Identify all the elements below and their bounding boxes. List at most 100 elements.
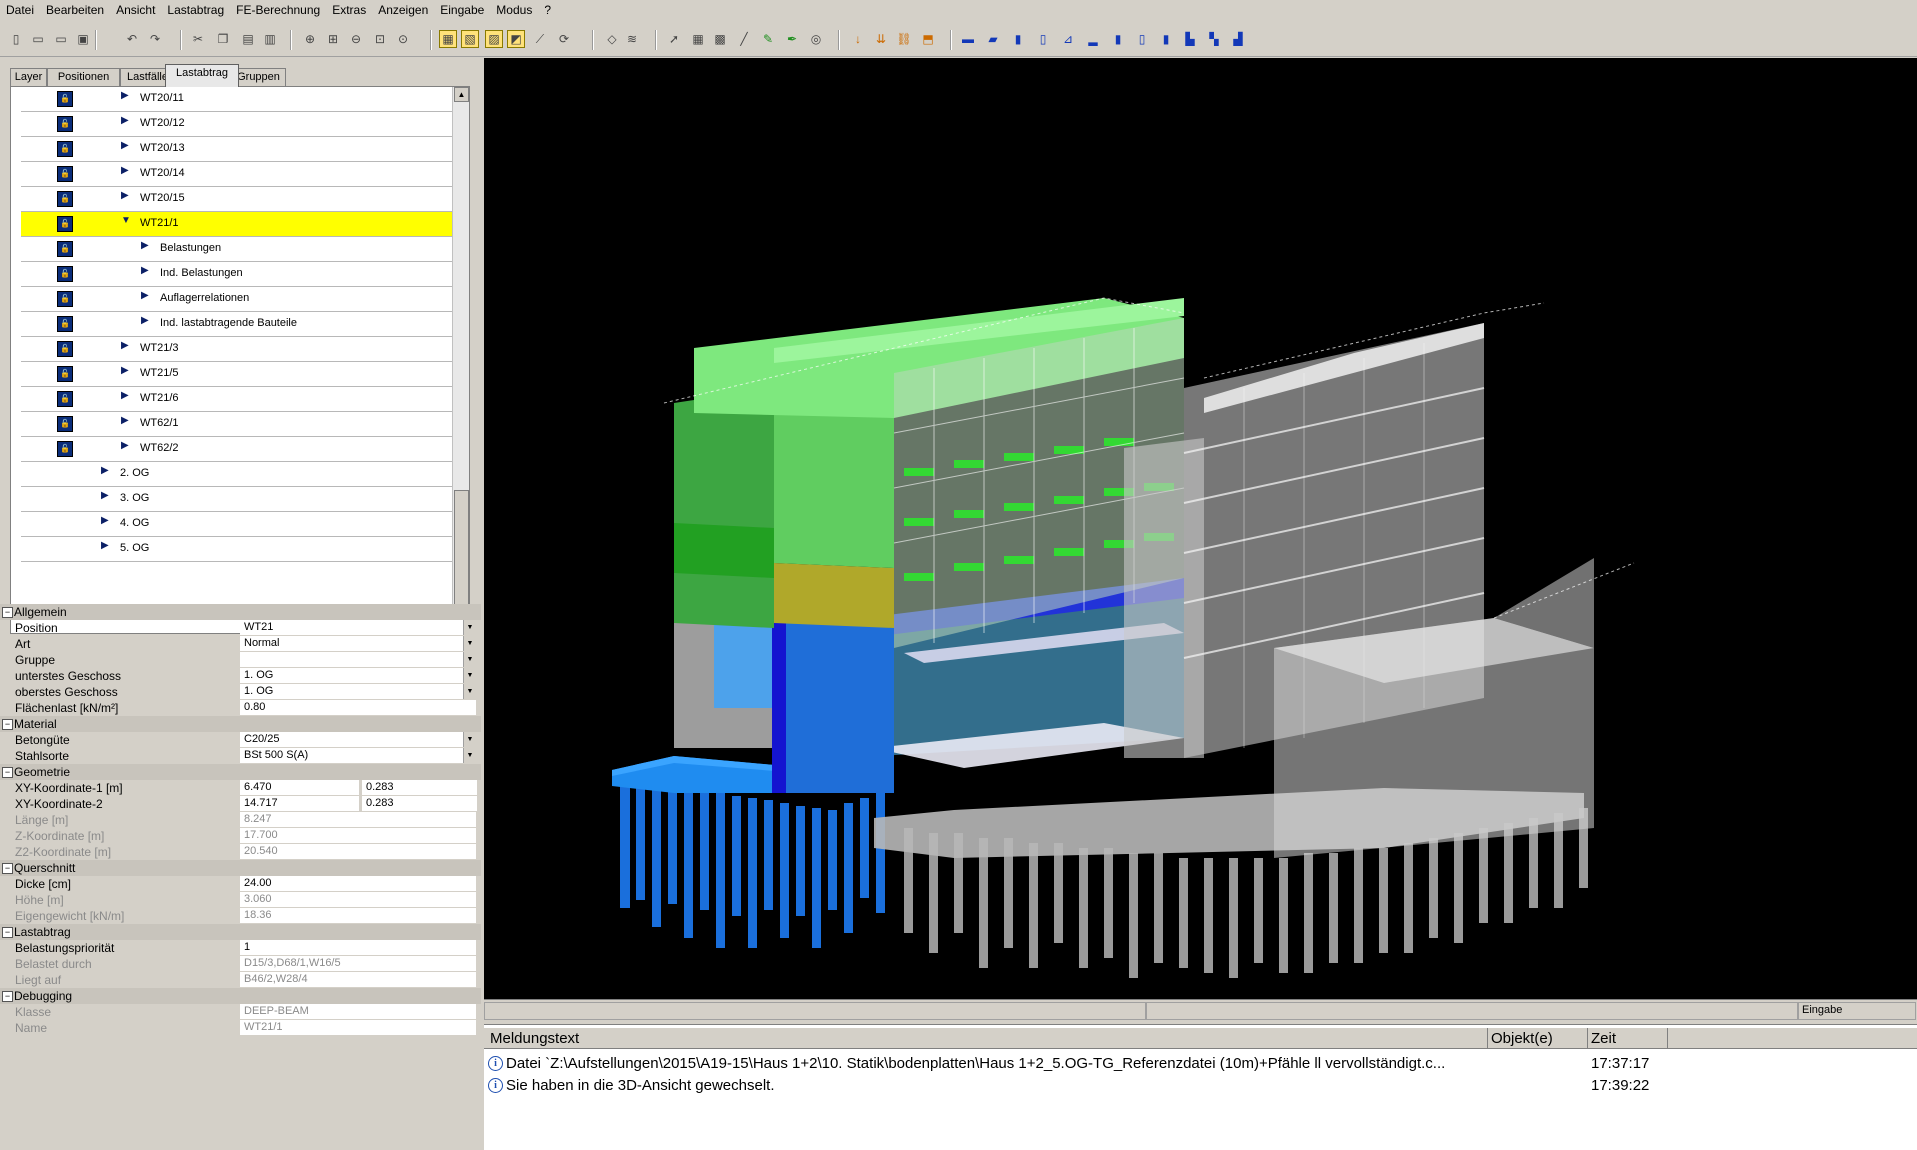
tree-item[interactable]: 🔓 ▶ WT20/15 bbox=[21, 187, 453, 212]
open-file-icon[interactable]: ▭ bbox=[30, 31, 46, 47]
tree-item[interactable]: 🔓 ▶ WT62/1 bbox=[21, 412, 453, 437]
expand-right-icon[interactable]: ▶ bbox=[141, 265, 149, 276]
property-group[interactable]: − Allgemein bbox=[0, 604, 481, 620]
expand-right-icon[interactable]: ▶ bbox=[101, 540, 109, 551]
expand-right-icon[interactable]: ▶ bbox=[121, 415, 129, 426]
property-value[interactable]: BSt 500 S(A) ▼ bbox=[240, 748, 476, 764]
dropdown-arrow-icon[interactable]: ▼ bbox=[463, 636, 476, 651]
lock-icon[interactable]: 🔓 bbox=[57, 266, 73, 282]
line-icon[interactable]: ╱ bbox=[736, 31, 752, 47]
structure-tool-icon[interactable]: ▮ bbox=[1158, 31, 1174, 47]
zoom-window-icon[interactable]: ⊞ bbox=[325, 31, 341, 47]
paste-special-icon[interactable]: ▥ bbox=[262, 31, 278, 47]
tab-lastabtrag[interactable]: Lastabtrag bbox=[165, 64, 239, 87]
tree-item[interactable]: 🔓 ▶ WT21/3 bbox=[21, 337, 453, 362]
property-group[interactable]: − Querschnitt bbox=[0, 860, 481, 876]
property-value[interactable]: 0.80 bbox=[240, 700, 476, 716]
tree-item[interactable]: 🔓 ▶ WT21/6 bbox=[21, 387, 453, 412]
structure-tool-icon[interactable]: ▯ bbox=[1134, 31, 1150, 47]
rotate-icon[interactable]: ⟳ bbox=[556, 31, 572, 47]
tree-item[interactable]: 🔓 ▶ WT20/13 bbox=[21, 137, 453, 162]
measure-icon[interactable]: ⟋ bbox=[532, 31, 548, 47]
property-group[interactable]: − Lastabtrag bbox=[0, 924, 481, 940]
beam-icon[interactable]: ▬ bbox=[960, 31, 976, 47]
property-value[interactable]: 6.470 bbox=[240, 780, 359, 796]
tab-gruppen[interactable]: Gruppen bbox=[231, 68, 286, 86]
stair-icon[interactable]: ⊿ bbox=[1060, 31, 1076, 47]
structure-tool-icon[interactable]: ▮ bbox=[1110, 31, 1126, 47]
collapse-icon[interactable]: − bbox=[2, 991, 13, 1002]
property-group[interactable]: − Material bbox=[0, 716, 481, 732]
dropdown-arrow-icon[interactable]: ▼ bbox=[463, 684, 476, 699]
eraser-icon[interactable]: ◇ bbox=[604, 31, 620, 47]
menu-help[interactable]: ? bbox=[538, 0, 557, 17]
zoom-out-icon[interactable]: ⊖ bbox=[348, 31, 364, 47]
view-3d-icon[interactable]: ◩ bbox=[507, 30, 525, 48]
paste-icon[interactable]: ▤ bbox=[240, 31, 256, 47]
tree-item[interactable]: 🔓 ▶ Ind. Belastungen bbox=[21, 262, 453, 287]
tree-item[interactable]: 🔓 ▼ WT21/1 bbox=[21, 212, 453, 237]
expand-right-icon[interactable]: ▶ bbox=[141, 290, 149, 301]
lock-icon[interactable]: 🔓 bbox=[57, 291, 73, 307]
lock-icon[interactable]: 🔓 bbox=[57, 316, 73, 332]
property-value-secondary[interactable]: 0.283 bbox=[361, 796, 477, 811]
load-chain-icon[interactable]: ⛓ bbox=[896, 31, 912, 47]
foundation-icon[interactable]: ▂ bbox=[1085, 31, 1101, 47]
dropdown-arrow-icon[interactable]: ▼ bbox=[463, 668, 476, 683]
expand-right-icon[interactable]: ▶ bbox=[121, 90, 129, 101]
save-icon[interactable]: ▣ bbox=[75, 31, 91, 47]
pen-icon[interactable]: ✒ bbox=[784, 31, 800, 47]
menu-extras[interactable]: Extras bbox=[326, 0, 372, 17]
zoom-all-icon[interactable]: ⊡ bbox=[372, 31, 388, 47]
property-value[interactable]: C20/25 ▼ bbox=[240, 732, 476, 748]
zoom-in-icon[interactable]: ⊕ bbox=[302, 31, 318, 47]
lock-icon[interactable]: 🔓 bbox=[57, 116, 73, 132]
grid-fine-icon[interactable]: ▩ bbox=[712, 31, 728, 47]
property-value[interactable]: Normal ▼ bbox=[240, 636, 476, 652]
layers-icon[interactable]: ≋ bbox=[624, 31, 640, 47]
menu-eingabe[interactable]: Eingabe bbox=[434, 0, 490, 17]
load-group-icon[interactable]: ⇊ bbox=[873, 31, 889, 47]
view-side-icon[interactable]: ▨ bbox=[485, 30, 503, 48]
lock-icon[interactable]: 🔓 bbox=[57, 191, 73, 207]
tree-item[interactable]: ▶ 3. OG bbox=[21, 487, 453, 512]
open-file-icon[interactable]: ▭ bbox=[53, 31, 69, 47]
tree-item[interactable]: ▶ 2. OG bbox=[21, 462, 453, 487]
expand-right-icon[interactable]: ▶ bbox=[121, 190, 129, 201]
expand-right-icon[interactable]: ▶ bbox=[101, 515, 109, 526]
menu-ansicht[interactable]: Ansicht bbox=[110, 0, 161, 17]
property-value[interactable]: ▼ bbox=[240, 652, 476, 668]
copy-icon[interactable]: ❐ bbox=[215, 31, 231, 47]
scroll-thumb[interactable] bbox=[454, 490, 469, 614]
lock-icon[interactable]: 🔓 bbox=[57, 91, 73, 107]
message-header-text[interactable]: Meldungstext bbox=[490, 1030, 579, 1047]
collapse-icon[interactable]: − bbox=[2, 607, 13, 618]
structure-tool-icon[interactable]: ▚ bbox=[1206, 31, 1222, 47]
expand-right-icon[interactable]: ▶ bbox=[141, 240, 149, 251]
undo-icon[interactable]: ↶ bbox=[124, 31, 140, 47]
expand-right-icon[interactable]: ▶ bbox=[121, 115, 129, 126]
tree-item[interactable]: 🔓 ▶ WT62/2 bbox=[21, 437, 453, 462]
lock-icon[interactable]: 🔓 bbox=[57, 241, 73, 257]
lock-icon[interactable]: 🔓 bbox=[57, 441, 73, 457]
collapse-icon[interactable]: − bbox=[2, 863, 13, 874]
tree-item[interactable]: 🔓 ▶ Ind. lastabtragende Bauteile bbox=[21, 312, 453, 337]
expand-right-icon[interactable]: ▶ bbox=[121, 440, 129, 451]
view-top-icon[interactable]: ▦ bbox=[439, 30, 457, 48]
expand-right-icon[interactable]: ▶ bbox=[121, 365, 129, 376]
message-header-objects[interactable]: Objekt(e) bbox=[1491, 1030, 1553, 1047]
dropdown-arrow-icon[interactable]: ▼ bbox=[463, 748, 476, 763]
menu-modus[interactable]: Modus bbox=[490, 0, 538, 17]
menu-datei[interactable]: Datei bbox=[0, 0, 40, 17]
load-arrow-icon[interactable]: ↓ bbox=[850, 31, 866, 47]
dropdown-arrow-icon[interactable]: ▼ bbox=[463, 620, 476, 635]
expand-right-icon[interactable]: ▶ bbox=[101, 465, 109, 476]
message-row[interactable]: i Datei `Z:\Aufstellungen\2015\A19-15\Ha… bbox=[484, 1053, 1917, 1075]
view-front-icon[interactable]: ▧ bbox=[461, 30, 479, 48]
property-value[interactable]: 1. OG ▼ bbox=[240, 668, 476, 684]
tree-item[interactable]: 🔓 ▶ Auflagerrelationen bbox=[21, 287, 453, 312]
wall-icon[interactable]: ▮ bbox=[1010, 31, 1026, 47]
lock-icon[interactable]: 🔓 bbox=[57, 216, 73, 232]
new-file-icon[interactable]: ▯ bbox=[8, 31, 24, 47]
tree-item[interactable]: 🔓 ▶ WT20/11 bbox=[21, 87, 453, 112]
